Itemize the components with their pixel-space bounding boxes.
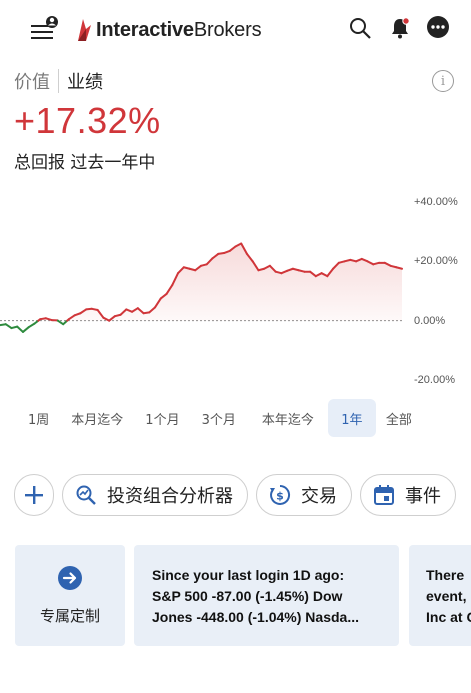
plus-icon	[25, 486, 43, 504]
tab-performance[interactable]: 业绩	[67, 68, 103, 94]
trade-label: 交易	[301, 486, 337, 507]
y-tick-label: +40.00%	[414, 196, 458, 208]
customize-card[interactable]: 专属定制	[15, 545, 125, 646]
search-button[interactable]	[346, 14, 374, 42]
y-tick-label: -20.00%	[414, 374, 455, 386]
portfolio-analyzer-label: 投资组合分析器	[107, 486, 233, 507]
bell-icon	[392, 17, 410, 39]
card-text-line: Inc at C	[426, 609, 471, 625]
period-all[interactable]: 全部	[376, 399, 422, 437]
card-text-line: There	[426, 567, 465, 583]
y-tick-label: +20.00%	[414, 255, 458, 267]
period-1y[interactable]: 1年	[327, 399, 376, 437]
card-text-line: S&P 500 -87.00 (-1.45%) Dow	[152, 588, 343, 604]
series-line-segment	[27, 322, 36, 329]
portfolio-analyzer-icon	[76, 485, 96, 505]
events-label: 事件	[405, 486, 441, 507]
tab-value[interactable]: 价值	[14, 68, 50, 94]
menu-icon	[31, 16, 58, 39]
menu-button[interactable]	[26, 14, 62, 44]
card-text-line: event,	[426, 588, 467, 604]
period-1m[interactable]: 1个月	[133, 399, 189, 437]
period-ytd[interactable]: 本年迄今	[246, 399, 324, 437]
card-text-line: Since your last login 1D ago:	[152, 567, 345, 583]
info-icon[interactable]: i	[432, 70, 454, 92]
logo-bold-text: Interactive	[96, 18, 194, 41]
performance-value: +17.32%	[14, 100, 161, 141]
card-text-line: Jones -448.00 (-1.04%) Nasda...	[152, 609, 359, 625]
svg-text:$: $	[276, 490, 284, 503]
customize-label: 专属定制	[39, 607, 100, 625]
y-tick-label: 0.00%	[414, 315, 446, 327]
arrow-right-circle-icon	[58, 566, 82, 590]
period-1w[interactable]: 1周	[18, 399, 61, 437]
period-3m[interactable]: 3个月	[190, 399, 246, 437]
more-button[interactable]	[426, 15, 450, 39]
series-line-segment	[16, 325, 24, 333]
action-chips: 投资组合分析器 $ 交易 事件	[14, 474, 456, 516]
more-icon	[427, 16, 449, 38]
performance-caption: 总回报 过去一年中	[14, 153, 156, 173]
add-action-button[interactable]	[14, 474, 54, 516]
series-line-segment	[4, 323, 13, 330]
period-mtd[interactable]: 本月迄今	[61, 399, 133, 437]
trade-button[interactable]: $ 交易	[256, 474, 352, 516]
event-card[interactable]: There event, Inc at C	[409, 545, 471, 646]
brand-logo: InteractiveBrokers	[76, 17, 262, 43]
tab-divider	[58, 69, 59, 93]
market-summary-card[interactable]: Since your last login 1D ago: S&P 500 -8…	[134, 545, 399, 646]
performance-chart	[0, 242, 403, 333]
positive-area-fill	[0, 243, 402, 321]
logo-mark-icon	[78, 19, 91, 41]
trade-icon: $	[270, 484, 291, 505]
view-tabs: 价值 业绩	[14, 68, 103, 94]
calendar-icon	[374, 485, 394, 505]
notifications-button[interactable]	[386, 14, 414, 42]
portfolio-analyzer-button[interactable]: 投资组合分析器	[62, 474, 248, 516]
events-button[interactable]: 事件	[360, 474, 456, 516]
series-line-segment	[21, 326, 30, 333]
period-selector: 1周 本月迄今 1个月 3个月 本年迄今 1年 全部	[18, 399, 422, 437]
search-icon	[350, 18, 371, 39]
logo-regular-text: Brokers	[193, 18, 262, 41]
